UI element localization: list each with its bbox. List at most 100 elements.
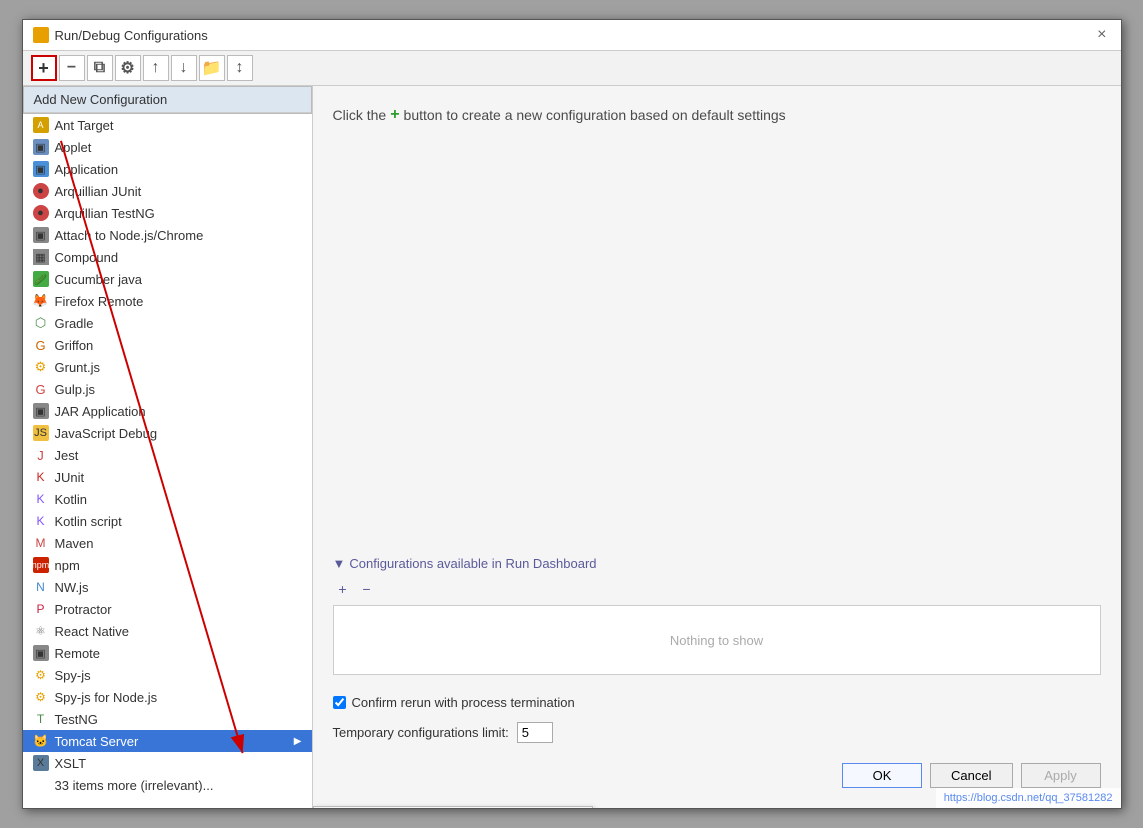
list-item-react-native[interactable]: ⚛ React Native [23,620,312,642]
list-item-label: Applet [55,140,92,155]
list-item-label: React Native [55,624,129,639]
list-item-firefox-remote[interactable]: 🦊 Firefox Remote [23,290,312,312]
move-up-button[interactable]: ↑ [143,55,169,81]
configs-header-label: Configurations available in Run Dashboar… [349,556,596,571]
collapse-icon: ▼ [333,556,346,571]
configs-add-button[interactable]: + [333,579,353,599]
apply-button[interactable]: Apply [1021,763,1101,788]
list-item-testng[interactable]: T TestNG [23,708,312,730]
move-down-button[interactable]: ↓ [171,55,197,81]
application-icon: ▣ [33,161,49,177]
list-item-gradle[interactable]: ⬡ Gradle [23,312,312,334]
tomcat-icon: 🐱 [33,733,49,749]
tomcat-submenu: Add New 'Tomcat Server' Configuration 🐱 … [313,806,593,808]
list-item-application[interactable]: ▣ Application [23,158,312,180]
run-debug-window: Run/Debug Configurations × + − ⧉ ⚙ ↑ ↓ 📁… [22,19,1122,809]
list-item-arquillian-junit[interactable]: ● Arquillian JUnit [23,180,312,202]
list-item-jest[interactable]: J Jest [23,444,312,466]
list-item-label: Griffon [55,338,94,353]
kotlin-script-icon: K [33,513,49,529]
window-title: Run/Debug Configurations [55,28,208,43]
list-item-attach-nodejs[interactable]: ▣ Attach to Node.js/Chrome [23,224,312,246]
jest-icon: J [33,447,49,463]
list-item-label: Spy-js for Node.js [55,690,158,705]
list-item-npm[interactable]: npm npm [23,554,312,576]
spyjs-nodejs-icon: ⚙ [33,689,49,705]
instruction-text: Click the + button to create a new confi… [333,106,1101,124]
list-item-tomcat-server[interactable]: 🐱 Tomcat Server ▶ [23,730,312,752]
cancel-button[interactable]: Cancel [930,763,1012,788]
plus-icon: + [390,106,399,124]
window-inner: Add New Configuration A Ant Target ▣ App… [23,86,1121,808]
temp-limit-input[interactable] [517,722,553,743]
list-item-label: Tomcat Server [55,734,139,749]
list-item-label: 33 items more (irrelevant)... [55,778,214,793]
gulp-icon: G [33,381,49,397]
list-item-label: Kotlin [55,492,88,507]
xslt-icon: X [33,755,49,771]
list-item-maven[interactable]: M Maven [23,532,312,554]
list-item-remote[interactable]: ▣ Remote [23,642,312,664]
list-item-label: Remote [55,646,101,661]
list-item-kotlin[interactable]: K Kotlin [23,488,312,510]
list-item-nwjs[interactable]: N NW.js [23,576,312,598]
configs-section: ▼ Configurations available in Run Dashbo… [333,556,1101,675]
confirm-rerun-checkbox[interactable] [333,696,346,709]
nw-icon: N [33,579,49,595]
list-item-spyjs-nodejs[interactable]: ⚙ Spy-js for Node.js [23,686,312,708]
list-item-kotlin-script[interactable]: K Kotlin script [23,510,312,532]
protractor-icon: P [33,601,49,617]
list-item-ant-target[interactable]: A Ant Target [23,114,312,136]
list-item-label: Protractor [55,602,112,617]
remove-configuration-button[interactable]: − [59,55,85,81]
list-item-junit[interactable]: K JUnit [23,466,312,488]
right-panel: Click the + button to create a new confi… [313,86,1121,808]
configs-remove-button[interactable]: − [357,579,377,599]
list-item-griffon[interactable]: G Griffon [23,334,312,356]
list-item-jar-application[interactable]: ▣ JAR Application [23,400,312,422]
ant-icon: A [33,117,49,133]
chevron-right-icon: ▶ [294,736,302,747]
settings-button[interactable]: ⚙ [115,55,141,81]
list-item-gruntjs[interactable]: ⚙ Grunt.js [23,356,312,378]
npm-icon: npm [33,557,49,573]
url-bar: https://blog.csdn.net/qq_37581282 [936,788,1121,808]
jsdebug-icon: JS [33,425,49,441]
bottom-buttons: OK Cancel Apply [333,743,1101,788]
confirm-rerun-row: Confirm rerun with process termination [333,695,1101,710]
junit-icon: K [33,469,49,485]
list-item-more[interactable]: 33 items more (irrelevant)... [23,774,312,796]
list-item-compound[interactable]: ▦ Compound [23,246,312,268]
list-item-label: Application [55,162,119,177]
list-item-gulpjs[interactable]: G Gulp.js [23,378,312,400]
list-item-cucumber-java[interactable]: 🥒 Cucumber java [23,268,312,290]
confirm-rerun-label: Confirm rerun with process termination [352,695,575,710]
title-bar-left: Run/Debug Configurations [33,27,208,43]
list-item-protractor[interactable]: P Protractor [23,598,312,620]
spyjs-icon: ⚙ [33,667,49,683]
copy-configuration-button[interactable]: ⧉ [87,55,113,81]
temp-limit-row: Temporary configurations limit: [333,722,1101,743]
left-panel: Add New Configuration A Ant Target ▣ App… [23,86,313,808]
list-item-spyjs[interactable]: ⚙ Spy-js [23,664,312,686]
close-button[interactable]: × [1093,26,1110,44]
sort-button[interactable]: ↕ [227,55,253,81]
list-item-xslt[interactable]: X XSLT [23,752,312,774]
add-configuration-button[interactable]: + [31,55,57,81]
list-item-javascript-debug[interactable]: JS JavaScript Debug [23,422,312,444]
list-item-label: JavaScript Debug [55,426,158,441]
folder-button[interactable]: 📁 [199,55,225,81]
attach-icon: ▣ [33,227,49,243]
window-icon [33,27,49,43]
applet-icon: ▣ [33,139,49,155]
list-item-label: Grunt.js [55,360,101,375]
compound-icon: ▦ [33,249,49,265]
ok-button[interactable]: OK [842,763,922,788]
list-item-arquillian-testng[interactable]: ● Arquillian TestNG [23,202,312,224]
toolbar: + − ⧉ ⚙ ↑ ↓ 📁 ↕ [23,51,1121,86]
jar-icon: ▣ [33,403,49,419]
testng-icon: T [33,711,49,727]
gradle-icon: ⬡ [33,315,49,331]
list-item-applet[interactable]: ▣ Applet [23,136,312,158]
submenu-header: Add New 'Tomcat Server' Configuration [314,807,592,808]
